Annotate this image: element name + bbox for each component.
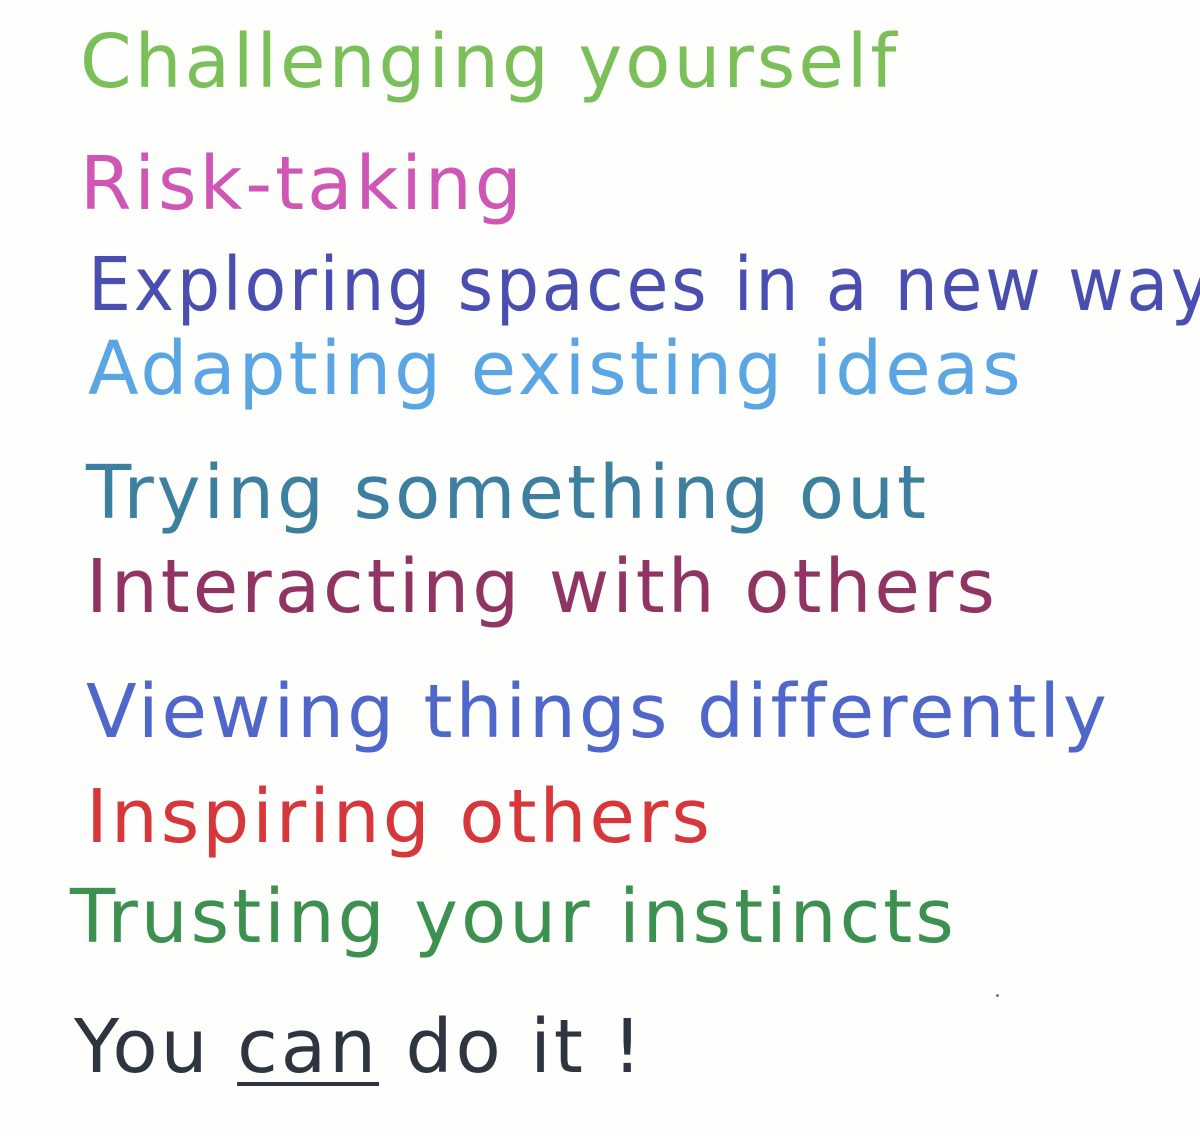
line-trusting-your-instincts: Trusting your instincts <box>70 874 957 960</box>
line-interacting-with-others: Interacting with others <box>86 544 998 630</box>
closing-after: do it ! <box>379 1004 646 1090</box>
line-adapting-ideas: Adapting existing ideas <box>88 326 1024 412</box>
paper-speck <box>996 994 999 997</box>
line-exploring-spaces: Exploring spaces in a new way <box>88 242 1200 328</box>
closing-emphasis: can <box>237 1004 380 1090</box>
line-risk-taking: Risk-taking <box>80 141 525 227</box>
line-viewing-things-differently: Viewing things differently <box>86 669 1110 755</box>
line-inspiring-others: Inspiring others <box>86 774 713 860</box>
line-challenging-yourself: Challenging yourself <box>80 19 900 105</box>
handwritten-note: Challenging yourself Risk-taking Explori… <box>0 0 1200 1136</box>
closing-before: You <box>74 1004 238 1090</box>
line-trying-something-out: Trying something out <box>86 450 929 536</box>
closing-line: You can do it ! <box>74 1010 645 1084</box>
